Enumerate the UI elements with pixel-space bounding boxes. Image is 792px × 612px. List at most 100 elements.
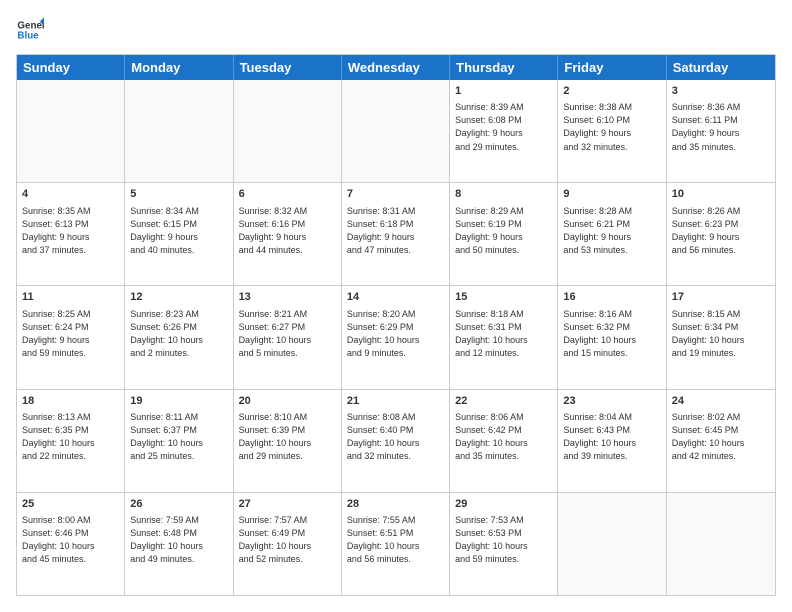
day-number: 26 — [130, 497, 227, 512]
calendar-cell: 16 Sunrise: 8:16 AM Sunset: 6:32 PM Dayli… — [558, 286, 666, 388]
day-number: 16 — [563, 290, 660, 305]
calendar-cell: 17 Sunrise: 8:15 AM Sunset: 6:34 PM Dayli… — [667, 286, 775, 388]
day-number: 27 — [239, 497, 336, 512]
day-info: Sunrise: 8:18 AM Sunset: 6:31 PM Dayligh… — [455, 308, 552, 360]
calendar-cell — [125, 80, 233, 182]
day-number: 21 — [347, 394, 444, 409]
day-number: 4 — [22, 187, 119, 202]
day-number: 24 — [672, 394, 770, 409]
day-info: Sunrise: 8:16 AM Sunset: 6:32 PM Dayligh… — [563, 308, 660, 360]
calendar-cell: 29 Sunrise: 7:53 AM Sunset: 6:53 PM Dayli… — [450, 493, 558, 595]
calendar-cell: 28 Sunrise: 7:55 AM Sunset: 6:51 PM Dayli… — [342, 493, 450, 595]
header-day-wednesday: Wednesday — [342, 55, 450, 80]
calendar-cell — [17, 80, 125, 182]
calendar-cell — [558, 493, 666, 595]
calendar-cell: 6Sunrise: 8:32 AM Sunset: 6:16 PM Daylig… — [234, 183, 342, 285]
day-info: Sunrise: 8:06 AM Sunset: 6:42 PM Dayligh… — [455, 411, 552, 463]
calendar-row-4: 18 Sunrise: 8:13 AM Sunset: 6:35 PM Dayli… — [17, 390, 775, 493]
day-number: 12 — [130, 290, 227, 305]
calendar-cell: 23 Sunrise: 8:04 AM Sunset: 6:43 PM Dayli… — [558, 390, 666, 492]
calendar-cell: 18 Sunrise: 8:13 AM Sunset: 6:35 PM Dayli… — [17, 390, 125, 492]
page-header: General Blue — [16, 16, 776, 44]
calendar-cell — [667, 493, 775, 595]
header-day-monday: Monday — [125, 55, 233, 80]
day-info: Sunrise: 8:00 AM Sunset: 6:46 PM Dayligh… — [22, 514, 119, 566]
calendar-cell: 11Sunrise: 8:25 AM Sunset: 6:24 PM Dayli… — [17, 286, 125, 388]
day-number: 28 — [347, 497, 444, 512]
day-info: Sunrise: 8:11 AM Sunset: 6:37 PM Dayligh… — [130, 411, 227, 463]
day-info: Sunrise: 8:13 AM Sunset: 6:35 PM Dayligh… — [22, 411, 119, 463]
day-number: 15 — [455, 290, 552, 305]
calendar-row-3: 11Sunrise: 8:25 AM Sunset: 6:24 PM Dayli… — [17, 286, 775, 389]
logo: General Blue — [16, 16, 44, 44]
day-info: Sunrise: 8:39 AM Sunset: 6:08 PM Dayligh… — [455, 101, 552, 153]
day-number: 9 — [563, 187, 660, 202]
day-info: Sunrise: 8:20 AM Sunset: 6:29 PM Dayligh… — [347, 308, 444, 360]
calendar-body: 1 Sunrise: 8:39 AM Sunset: 6:08 PM Daylig… — [17, 80, 775, 595]
day-info: Sunrise: 8:31 AM Sunset: 6:18 PM Dayligh… — [347, 205, 444, 257]
day-info: Sunrise: 8:04 AM Sunset: 6:43 PM Dayligh… — [563, 411, 660, 463]
day-info: Sunrise: 7:53 AM Sunset: 6:53 PM Dayligh… — [455, 514, 552, 566]
day-info: Sunrise: 8:26 AM Sunset: 6:23 PM Dayligh… — [672, 205, 770, 257]
calendar-cell: 24 Sunrise: 8:02 AM Sunset: 6:45 PM Dayli… — [667, 390, 775, 492]
calendar-cell: 9 Sunrise: 8:28 AM Sunset: 6:21 PM Daylig… — [558, 183, 666, 285]
day-info: Sunrise: 8:15 AM Sunset: 6:34 PM Dayligh… — [672, 308, 770, 360]
day-number: 2 — [563, 84, 660, 99]
calendar-cell: 20 Sunrise: 8:10 AM Sunset: 6:39 PM Dayli… — [234, 390, 342, 492]
logo-icon: General Blue — [16, 16, 44, 44]
calendar-cell — [342, 80, 450, 182]
calendar-cell: 10 Sunrise: 8:26 AM Sunset: 6:23 PM Dayli… — [667, 183, 775, 285]
calendar-cell: 8 Sunrise: 8:29 AM Sunset: 6:19 PM Daylig… — [450, 183, 558, 285]
calendar-cell: 14Sunrise: 8:20 AM Sunset: 6:29 PM Dayli… — [342, 286, 450, 388]
calendar-row-5: 25 Sunrise: 8:00 AM Sunset: 6:46 PM Dayli… — [17, 493, 775, 595]
day-number: 19 — [130, 394, 227, 409]
calendar-cell: 27 Sunrise: 7:57 AM Sunset: 6:49 PM Dayli… — [234, 493, 342, 595]
day-number: 29 — [455, 497, 552, 512]
day-info: Sunrise: 8:23 AM Sunset: 6:26 PM Dayligh… — [130, 308, 227, 360]
day-number: 23 — [563, 394, 660, 409]
header-day-thursday: Thursday — [450, 55, 558, 80]
header-day-tuesday: Tuesday — [234, 55, 342, 80]
calendar-cell: 5Sunrise: 8:34 AM Sunset: 6:15 PM Daylig… — [125, 183, 233, 285]
day-info: Sunrise: 8:28 AM Sunset: 6:21 PM Dayligh… — [563, 205, 660, 257]
day-info: Sunrise: 8:25 AM Sunset: 6:24 PM Dayligh… — [22, 308, 119, 360]
calendar-cell: 1 Sunrise: 8:39 AM Sunset: 6:08 PM Daylig… — [450, 80, 558, 182]
day-number: 18 — [22, 394, 119, 409]
calendar-cell: 2 Sunrise: 8:38 AM Sunset: 6:10 PM Daylig… — [558, 80, 666, 182]
calendar-cell: 4 Sunrise: 8:35 AM Sunset: 6:13 PM Daylig… — [17, 183, 125, 285]
calendar-cell: 3 Sunrise: 8:36 AM Sunset: 6:11 PM Daylig… — [667, 80, 775, 182]
header-day-saturday: Saturday — [667, 55, 775, 80]
calendar: SundayMondayTuesdayWednesdayThursdayFrid… — [16, 54, 776, 596]
day-info: Sunrise: 8:10 AM Sunset: 6:39 PM Dayligh… — [239, 411, 336, 463]
day-number: 1 — [455, 84, 552, 99]
day-number: 20 — [239, 394, 336, 409]
day-info: Sunrise: 8:32 AM Sunset: 6:16 PM Dayligh… — [239, 205, 336, 257]
day-info: Sunrise: 8:29 AM Sunset: 6:19 PM Dayligh… — [455, 205, 552, 257]
day-info: Sunrise: 8:38 AM Sunset: 6:10 PM Dayligh… — [563, 101, 660, 153]
day-number: 8 — [455, 187, 552, 202]
calendar-cell: 25 Sunrise: 8:00 AM Sunset: 6:46 PM Dayli… — [17, 493, 125, 595]
calendar-cell: 26 Sunrise: 7:59 AM Sunset: 6:48 PM Dayli… — [125, 493, 233, 595]
day-info: Sunrise: 7:55 AM Sunset: 6:51 PM Dayligh… — [347, 514, 444, 566]
day-number: 17 — [672, 290, 770, 305]
calendar-cell: 21 Sunrise: 8:08 AM Sunset: 6:40 PM Dayli… — [342, 390, 450, 492]
day-number: 25 — [22, 497, 119, 512]
calendar-header: SundayMondayTuesdayWednesdayThursdayFrid… — [17, 55, 775, 80]
day-number: 13 — [239, 290, 336, 305]
day-number: 10 — [672, 187, 770, 202]
calendar-cell: 15 Sunrise: 8:18 AM Sunset: 6:31 PM Dayli… — [450, 286, 558, 388]
calendar-row-2: 4 Sunrise: 8:35 AM Sunset: 6:13 PM Daylig… — [17, 183, 775, 286]
calendar-row-1: 1 Sunrise: 8:39 AM Sunset: 6:08 PM Daylig… — [17, 80, 775, 183]
day-number: 3 — [672, 84, 770, 99]
day-info: Sunrise: 7:59 AM Sunset: 6:48 PM Dayligh… — [130, 514, 227, 566]
day-info: Sunrise: 8:34 AM Sunset: 6:15 PM Dayligh… — [130, 205, 227, 257]
day-info: Sunrise: 8:08 AM Sunset: 6:40 PM Dayligh… — [347, 411, 444, 463]
day-info: Sunrise: 8:36 AM Sunset: 6:11 PM Dayligh… — [672, 101, 770, 153]
day-info: Sunrise: 7:57 AM Sunset: 6:49 PM Dayligh… — [239, 514, 336, 566]
day-info: Sunrise: 8:02 AM Sunset: 6:45 PM Dayligh… — [672, 411, 770, 463]
day-info: Sunrise: 8:35 AM Sunset: 6:13 PM Dayligh… — [22, 205, 119, 257]
day-info: Sunrise: 8:21 AM Sunset: 6:27 PM Dayligh… — [239, 308, 336, 360]
header-day-sunday: Sunday — [17, 55, 125, 80]
calendar-cell: 13 Sunrise: 8:21 AM Sunset: 6:27 PM Dayli… — [234, 286, 342, 388]
svg-text:Blue: Blue — [17, 30, 39, 41]
